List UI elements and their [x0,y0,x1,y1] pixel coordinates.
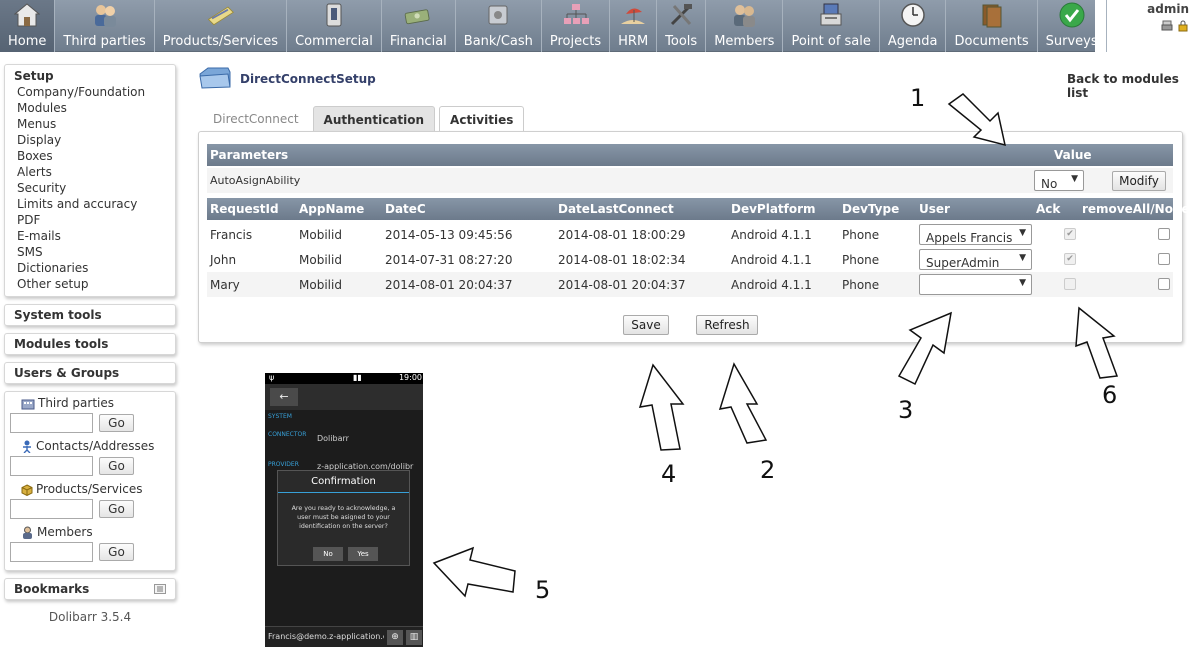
arrow-1 [947,93,1006,147]
annotation-label-2: 2 [760,456,776,484]
arrow-2 [718,362,768,444]
annotation-label-3: 3 [898,396,914,424]
screen: Home Third parties Products/Services Com… [0,0,1195,667]
annotation-arrows [432,93,1119,598]
arrow-4 [638,363,685,451]
annotation-label-6: 6 [1102,381,1118,409]
arrow-5 [432,546,516,598]
arrow-6 [1075,306,1119,379]
arrow-3 [897,311,952,386]
annotation-label-4: 4 [661,460,677,488]
annotation-label-5: 5 [535,576,551,604]
annotation-label-1: 1 [910,84,926,112]
